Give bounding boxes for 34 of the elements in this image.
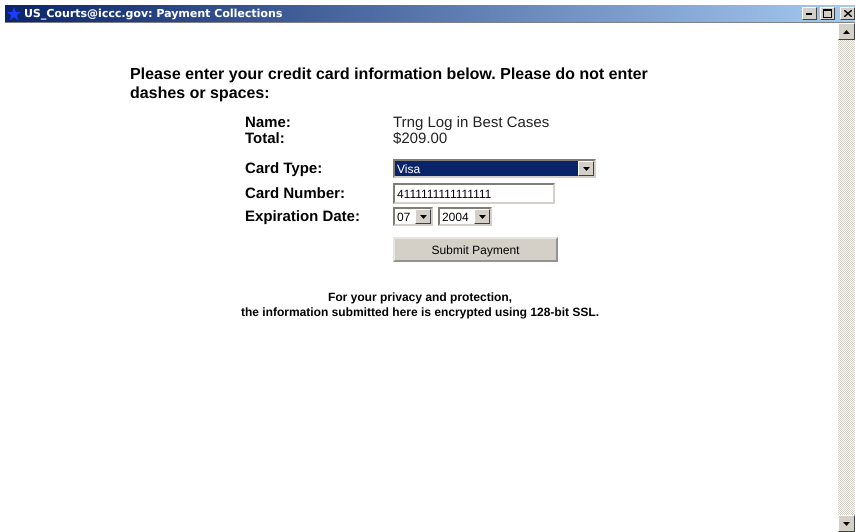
down-arrow-icon — [420, 214, 426, 218]
close-button[interactable] — [840, 7, 855, 20]
year-select[interactable]: 2004 — [438, 207, 492, 226]
field-value: $209.00 — [393, 131, 448, 147]
dropdown-button[interactable] — [415, 209, 431, 224]
down-arrow-icon — [582, 166, 590, 170]
dropdown-button[interactable] — [578, 161, 594, 176]
submit-payment-button[interactable]: Submit Payment — [393, 237, 558, 262]
scroll-bar[interactable] — [838, 23, 855, 532]
scroll-up-button[interactable] — [838, 23, 855, 40]
up-arrow-icon — [843, 30, 850, 34]
privacy-note: For your privacy and protection, — [326, 290, 514, 305]
minimize-icon — [806, 12, 813, 14]
field-label: Expiration Date: — [245, 208, 362, 224]
field-value: Trng Log in Best Cases — [393, 115, 550, 131]
month-select[interactable]: 07 — [393, 207, 433, 226]
close-icon — [844, 10, 852, 17]
star-icon — [7, 6, 21, 20]
down-arrow-icon — [843, 522, 850, 526]
scroll-down-button[interactable] — [838, 515, 855, 532]
maximize-button[interactable] — [820, 7, 835, 20]
instructions-text: Please enter your credit card information below. Please do not enter dashes or spaces: — [130, 65, 649, 103]
dropdown-button[interactable] — [474, 209, 490, 224]
minimize-button[interactable] — [802, 7, 817, 20]
field-label: Card Number: — [245, 186, 346, 202]
maximize-icon — [823, 9, 832, 18]
card-number-field[interactable]: 4111111111111111 — [393, 183, 555, 204]
field-label: Card Type: — [245, 160, 324, 176]
field-label: Total: — [245, 131, 286, 147]
down-arrow-icon — [478, 214, 486, 218]
card-type-select[interactable]: Visa — [393, 159, 596, 178]
field-label: Name: — [245, 115, 292, 131]
privacy-note: the information submitted here is encrypted using 128-bit SSL. — [240, 305, 600, 320]
window-title: US_Courts@iccc.gov: Payment Collections — [24, 7, 284, 20]
